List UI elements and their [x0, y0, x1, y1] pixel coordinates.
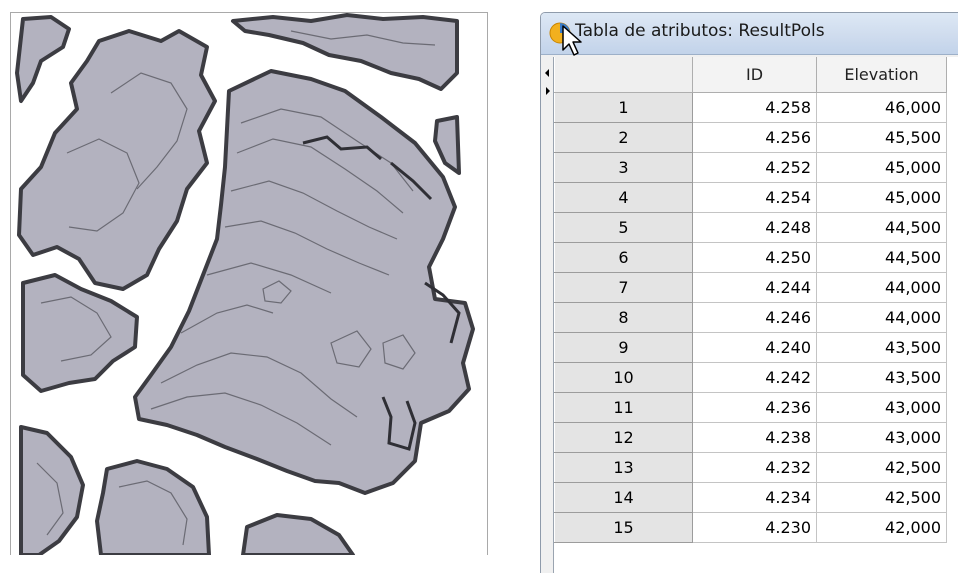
- contour-polygon: [21, 273, 139, 393]
- column-header-elevation[interactable]: Elevation: [816, 57, 947, 93]
- cell-elevation[interactable]: 45,500: [816, 122, 947, 153]
- table-row[interactable]: 8 4.246 44,000: [554, 301, 947, 333]
- contour-polygon: [17, 29, 217, 291]
- column-header-id[interactable]: ID: [692, 57, 817, 93]
- table-row[interactable]: 6 4.250 44,500: [554, 241, 947, 273]
- row-header[interactable]: 7: [554, 271, 693, 303]
- cell-elevation[interactable]: 42,000: [816, 512, 947, 543]
- row-header[interactable]: 5: [554, 211, 693, 243]
- cell-id[interactable]: 4.258: [692, 92, 817, 123]
- contour-polygon: [95, 459, 211, 555]
- mouse-cursor-icon: [562, 25, 582, 56]
- cell-elevation[interactable]: 44,000: [816, 272, 947, 303]
- cell-elevation[interactable]: 43,500: [816, 332, 947, 363]
- row-header[interactable]: 3: [554, 151, 693, 183]
- table-row[interactable]: 5 4.248 44,500: [554, 211, 947, 243]
- table-grid[interactable]: ID Elevation 1 4.258 46,000 2 4.256 45,500 3 4.…: [553, 57, 958, 573]
- row-header[interactable]: 12: [554, 421, 693, 453]
- cell-id[interactable]: 4.236: [692, 392, 817, 423]
- cell-id[interactable]: 4.246: [692, 302, 817, 333]
- table-row[interactable]: 12 4.238 43,000: [554, 421, 947, 453]
- cell-id[interactable]: 4.250: [692, 242, 817, 273]
- table-row[interactable]: 4 4.254 45,000: [554, 181, 947, 213]
- cell-elevation[interactable]: 44,000: [816, 302, 947, 333]
- row-header[interactable]: 15: [554, 511, 693, 543]
- cell-id[interactable]: 4.256: [692, 122, 817, 153]
- cell-id[interactable]: 4.230: [692, 512, 817, 543]
- cell-id[interactable]: 4.232: [692, 452, 817, 483]
- cell-id[interactable]: 4.252: [692, 152, 817, 183]
- window-title: Tabla de atributos: ResultPols: [575, 21, 825, 41]
- cell-id[interactable]: 4.242: [692, 362, 817, 393]
- cell-elevation[interactable]: 44,500: [816, 242, 947, 273]
- table-body: 1 4.258 46,000 2 4.256 45,500 3 4.252 45,000 4 4.2…: [554, 91, 947, 543]
- row-selector-arrow-icon: [545, 69, 550, 95]
- row-header[interactable]: 11: [554, 391, 693, 423]
- cell-id[interactable]: 4.254: [692, 182, 817, 213]
- select-all-corner[interactable]: [554, 57, 693, 93]
- row-header[interactable]: 2: [554, 121, 693, 153]
- table-row[interactable]: 1 4.258 46,000: [554, 91, 947, 123]
- row-header[interactable]: 4: [554, 181, 693, 213]
- cell-id[interactable]: 4.248: [692, 212, 817, 243]
- table-row[interactable]: 3 4.252 45,000: [554, 151, 947, 183]
- row-header[interactable]: 10: [554, 361, 693, 393]
- attribute-table: ID Elevation 1 4.258 46,000 2 4.256 45,500 3 4.…: [554, 57, 947, 543]
- cell-elevation[interactable]: 45,000: [816, 182, 947, 213]
- contour-polygon: [241, 513, 355, 555]
- table-row[interactable]: 10 4.242 43,500: [554, 361, 947, 393]
- map-view[interactable]: [10, 12, 488, 555]
- table-row[interactable]: 7 4.244 44,000: [554, 271, 947, 303]
- title-bar[interactable]: Tabla de atributos: ResultPols: [541, 13, 958, 56]
- contour-polygon: [433, 115, 461, 175]
- table-row[interactable]: 15 4.230 42,000: [554, 511, 947, 543]
- cell-elevation[interactable]: 42,500: [816, 452, 947, 483]
- row-header[interactable]: 9: [554, 331, 693, 363]
- cell-elevation[interactable]: 46,000: [816, 92, 947, 123]
- cell-elevation[interactable]: 43,000: [816, 422, 947, 453]
- row-header[interactable]: 8: [554, 301, 693, 333]
- contour-polygon: [15, 15, 71, 103]
- table-row[interactable]: 11 4.236 43,000: [554, 391, 947, 423]
- cell-id[interactable]: 4.238: [692, 422, 817, 453]
- cell-id[interactable]: 4.240: [692, 332, 817, 363]
- cell-elevation[interactable]: 43,000: [816, 392, 947, 423]
- row-header[interactable]: 13: [554, 451, 693, 483]
- table-header-row: ID Elevation: [554, 57, 947, 93]
- row-header[interactable]: 14: [554, 481, 693, 513]
- table-row[interactable]: 14 4.234 42,500: [554, 481, 947, 513]
- table-row[interactable]: 13 4.232 42,500: [554, 451, 947, 483]
- row-header[interactable]: 6: [554, 241, 693, 273]
- contour-polygon: [19, 425, 85, 555]
- cell-id[interactable]: 4.234: [692, 482, 817, 513]
- table-row[interactable]: 2 4.256 45,500: [554, 121, 947, 153]
- cell-elevation[interactable]: 44,500: [816, 212, 947, 243]
- cell-elevation[interactable]: 42,500: [816, 482, 947, 513]
- table-row[interactable]: 9 4.240 43,500: [554, 331, 947, 363]
- row-header[interactable]: 1: [554, 91, 693, 123]
- cell-id[interactable]: 4.244: [692, 272, 817, 303]
- polygon-map: [15, 13, 475, 555]
- attribute-table-window[interactable]: Tabla de atributos: ResultPols ID Elevat…: [540, 12, 958, 573]
- cell-elevation[interactable]: 43,500: [816, 362, 947, 393]
- cell-elevation[interactable]: 45,000: [816, 152, 947, 183]
